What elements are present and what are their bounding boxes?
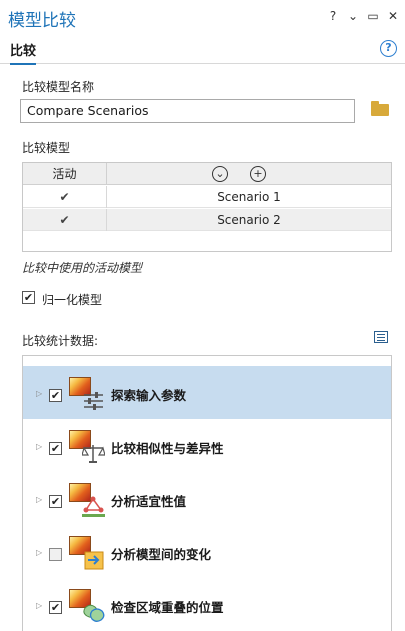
chevron-down-icon[interactable]: ⌄ [347, 9, 359, 23]
sliders-icon [69, 377, 105, 411]
folder-icon[interactable] [371, 101, 389, 116]
network-icon [69, 483, 105, 517]
item-checkbox[interactable]: ✔ [49, 389, 62, 402]
item-checkbox[interactable]: ✔ [49, 495, 62, 508]
list-item[interactable]: ▷ ✔ 检查区域重叠的位置 [23, 578, 391, 631]
help-icon[interactable]: ? [327, 9, 339, 23]
compare-name-input[interactable]: Compare Scenarios [20, 99, 355, 123]
close-icon[interactable]: ✕ [387, 9, 399, 23]
check-icon[interactable]: ✔ [23, 186, 107, 208]
normalize-checkbox[interactable]: ✔ [22, 291, 35, 304]
name-label: 比较模型名称 [22, 80, 95, 94]
check-icon[interactable]: ✔ [23, 209, 107, 231]
model-name: Scenario 2 [217, 213, 281, 227]
change-icon [69, 536, 105, 570]
list-item[interactable]: ▷ ✔ 分析适宜性值 [23, 472, 391, 525]
stats-label: 比较统计数据: [22, 334, 99, 348]
active-models-note: 比较中使用的活动模型 [22, 261, 143, 275]
list-item[interactable]: ▷ ✔ 比较相似性与差异性 [23, 419, 391, 472]
list-item[interactable]: ▷ 分析模型间的变化 [23, 525, 391, 578]
item-checkbox[interactable]: ✔ [49, 442, 62, 455]
maximize-icon[interactable]: ▭ [367, 9, 379, 23]
title-bar: 模型比较 ? ⌄ ▭ ✕ [0, 0, 405, 34]
item-label: 检查区域重叠的位置 [111, 600, 224, 615]
help-circle-icon[interactable]: ? [380, 40, 397, 57]
item-label: 分析适宜性值 [111, 494, 187, 509]
expand-triangle-icon[interactable]: ▷ [36, 548, 42, 557]
tab-bar: 比较 ? [0, 34, 405, 65]
expand-triangle-icon[interactable]: ▷ [36, 442, 42, 451]
scale-icon [69, 430, 105, 464]
expand-triangle-icon[interactable]: ▷ [36, 495, 42, 504]
models-label: 比较模型 [22, 141, 71, 155]
item-checkbox[interactable] [49, 548, 62, 561]
pane-title: 模型比较 [8, 11, 76, 31]
table-header: 活动 ⌄ + [23, 163, 391, 185]
table-row[interactable]: ✔ Scenario 1 [23, 186, 391, 208]
normalize-label: 归一化模型 [42, 293, 103, 307]
models-table: 活动 ⌄ + ✔ Scenario 1 ✔ Scenario 2 [22, 162, 392, 252]
item-label: 探索输入参数 [111, 388, 187, 403]
item-label: 分析模型间的变化 [111, 547, 212, 562]
item-checkbox[interactable]: ✔ [49, 601, 62, 614]
add-circle-icon[interactable]: + [250, 166, 266, 182]
list-icon[interactable] [374, 331, 388, 343]
list-item[interactable]: ▷ ✔ 探索输入参数 [23, 366, 391, 419]
window-controls: ? ⌄ ▭ ✕ [327, 9, 399, 23]
table-row[interactable]: ✔ Scenario 2 [23, 209, 391, 231]
expand-triangle-icon[interactable]: ▷ [36, 601, 42, 610]
item-label: 比较相似性与差异性 [111, 441, 224, 456]
chevron-down-circle-icon[interactable]: ⌄ [212, 166, 228, 182]
model-name: Scenario 1 [217, 190, 281, 204]
tab-compare[interactable]: 比较 [10, 40, 37, 65]
stats-list: ▷ ✔ 探索输入参数 ▷ ✔ 比较相似性与差异性 ▷ ✔ 分析适宜性值 ▷ 分析… [22, 355, 392, 631]
expand-triangle-icon[interactable]: ▷ [36, 389, 42, 398]
column-active-header: 活动 [23, 163, 107, 185]
overlap-icon [69, 589, 105, 623]
